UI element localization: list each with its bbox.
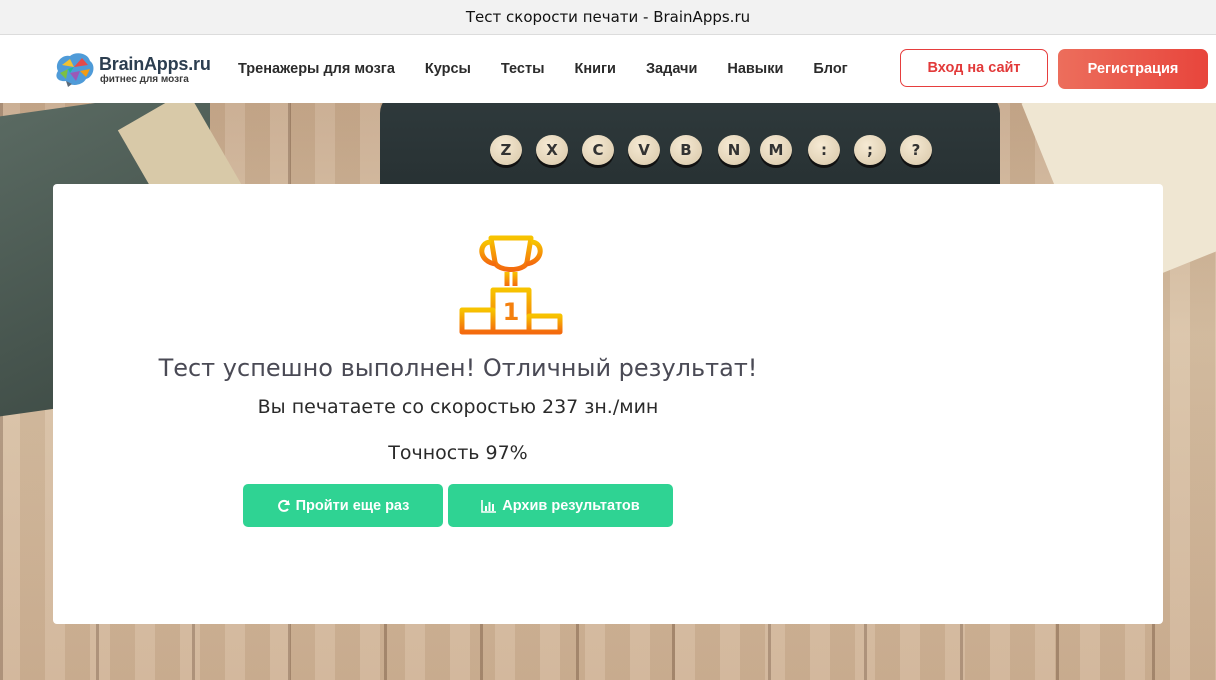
- site-logo[interactable]: BrainApps.ru фитнес для мозга: [52, 51, 212, 91]
- typewriter-key: Z: [490, 135, 522, 165]
- window-title-bar: Тест скорости печати - BrainApps.ru: [0, 0, 1216, 35]
- refresh-icon: [277, 499, 290, 512]
- typewriter-key: B: [670, 135, 702, 165]
- result-card: 1 Тест успешно выполнен! Отличный резуль…: [53, 184, 1163, 624]
- nav-item-skills[interactable]: Навыки: [712, 61, 798, 77]
- trophy-icon: 1: [459, 235, 563, 335]
- brain-icon: [56, 53, 94, 87]
- site-header: BrainApps.ru фитнес для мозга Тренажеры …: [0, 35, 1216, 103]
- speed-result: Вы печатаете со скоростью 237 зн./мин: [257, 396, 659, 418]
- archive-button[interactable]: Архив результатов: [448, 484, 673, 527]
- nav-item-blog[interactable]: Блог: [798, 61, 862, 77]
- retry-button[interactable]: Пройти еще раз: [243, 484, 443, 527]
- retry-button-label: Пройти еще раз: [295, 497, 410, 514]
- typewriter-key: ;: [854, 135, 886, 165]
- login-button[interactable]: Вход на сайт: [900, 49, 1048, 87]
- nav-item-trainers[interactable]: Тренажеры для мозга: [223, 61, 410, 77]
- window-title: Тест скорости печати - BrainApps.ru: [465, 8, 751, 26]
- logo-tagline: фитнес для мозга: [100, 74, 189, 85]
- typewriter-key: ?: [900, 135, 932, 165]
- trophy-place-number: 1: [503, 298, 520, 326]
- result-title: Тест успешно выполнен! Отличный результа…: [158, 354, 758, 382]
- nav-item-books[interactable]: Книги: [559, 61, 630, 77]
- register-button[interactable]: Регистрация: [1058, 49, 1208, 89]
- typewriter-key: C: [582, 135, 614, 165]
- typewriter-key: M: [760, 135, 792, 165]
- typewriter-key: X: [536, 135, 568, 165]
- archive-button-label: Архив результатов: [502, 497, 640, 514]
- nav-item-courses[interactable]: Курсы: [410, 61, 486, 77]
- nav-item-tests[interactable]: Тесты: [486, 61, 560, 77]
- nav-item-tasks[interactable]: Задачи: [631, 61, 712, 77]
- typewriter-key: N: [718, 135, 750, 165]
- main-nav: Тренажеры для мозга Курсы Тесты Книги За…: [223, 35, 863, 103]
- typewriter-key: :: [808, 135, 840, 165]
- logo-name: BrainApps.ru: [99, 54, 211, 74]
- typewriter-key: V: [628, 135, 660, 165]
- accuracy-result: Точность 97%: [388, 442, 528, 464]
- bar-chart-icon: [481, 499, 497, 513]
